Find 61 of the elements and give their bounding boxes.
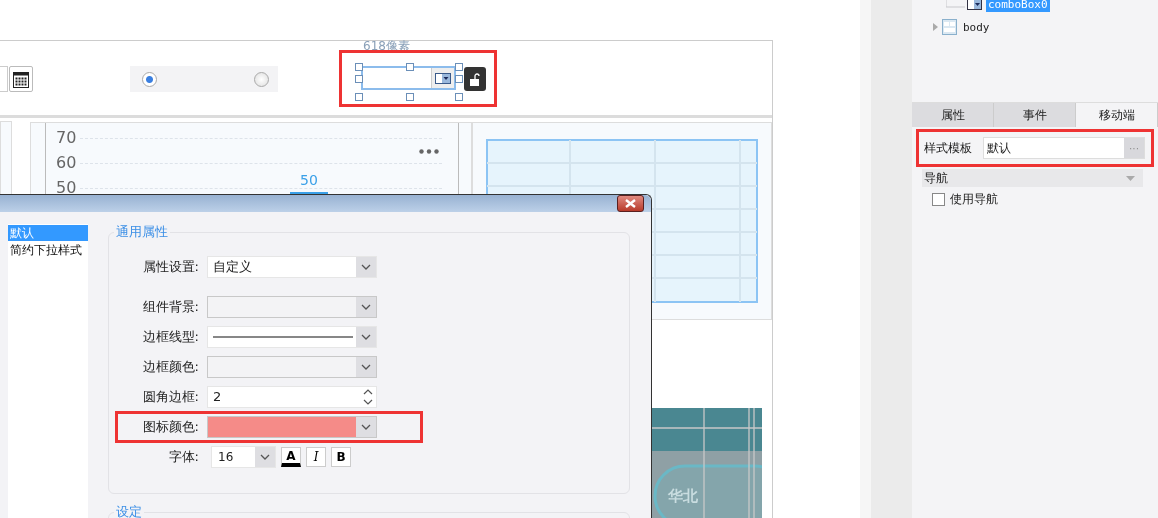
value-label: 50 [300, 172, 318, 188]
color-select[interactable] [207, 296, 377, 318]
tab[interactable]: 属性 [912, 103, 994, 127]
tree-item[interactable]: body [961, 19, 992, 35]
layout-icon [942, 19, 957, 35]
tree-lines-drawing [946, 0, 966, 8]
bold-button[interactable]: B [331, 447, 351, 467]
resize-handle[interactable] [406, 63, 414, 71]
group-title: 设定 [114, 503, 144, 518]
field-label: 组件背景: [141, 298, 200, 316]
caret-icon [361, 304, 371, 310]
combo-box[interactable] [361, 66, 456, 90]
resize-handle[interactable] [406, 93, 414, 101]
caret-icon [1126, 175, 1135, 181]
caret-icon [361, 264, 371, 270]
section-header[interactable]: 导航 [922, 169, 1143, 187]
checkbox[interactable] [932, 193, 945, 206]
font-size-select[interactable]: 16 [211, 446, 276, 468]
font-color-button[interactable]: A [281, 447, 301, 467]
caret-icon [361, 364, 371, 370]
tab[interactable]: 事件 [994, 103, 1076, 127]
number-field[interactable]: 2 [207, 386, 377, 408]
calendar-icon [13, 70, 29, 88]
region-label: 华北 [668, 487, 698, 506]
field-label: 属性设置: [141, 258, 200, 276]
field-label: 边框颜色: [141, 358, 200, 376]
line-style-select[interactable] [207, 326, 377, 348]
field-label: 图标颜色: [141, 418, 200, 436]
expand-arrow-icon[interactable] [933, 23, 938, 31]
unlock-icon [470, 72, 480, 86]
caret-icon [361, 334, 371, 340]
close-button[interactable] [617, 195, 644, 212]
color-select[interactable] [207, 356, 377, 378]
calendar-button[interactable] [9, 66, 33, 92]
radio-button[interactable] [142, 72, 157, 87]
field-label: 边框线型: [141, 328, 200, 346]
more-icon[interactable] [419, 149, 439, 154]
resize-handle[interactable] [455, 93, 463, 101]
field-label: 样式模板 [924, 139, 973, 157]
italic-button[interactable]: I [306, 447, 326, 467]
spinner-arrows-icon [363, 388, 373, 406]
input-field[interactable] [0, 66, 8, 92]
color-select[interactable] [207, 416, 377, 438]
radio-button[interactable] [254, 72, 269, 87]
group-title: 通用属性 [114, 223, 170, 241]
caret-icon [361, 424, 371, 430]
axis-tick-label: 50 [56, 178, 77, 197]
dropdown-icon [435, 72, 451, 84]
axis-tick-label: 60 [56, 153, 77, 172]
select-field[interactable]: 自定义 [207, 256, 377, 278]
caret-icon [260, 454, 270, 460]
field-label: 字体: [167, 448, 200, 466]
lock-button[interactable] [464, 67, 486, 91]
style-template-field[interactable]: 默认 ··· [983, 137, 1145, 159]
checkbox-label: 使用导航 [950, 191, 998, 208]
line-sample-icon [213, 336, 353, 338]
style-item[interactable]: 简约下拉样式 [8, 242, 88, 258]
close-icon [625, 199, 636, 208]
resize-handle[interactable] [355, 93, 363, 101]
axis-tick-label: 70 [56, 128, 77, 147]
field-label: 圆角边框: [141, 388, 200, 406]
